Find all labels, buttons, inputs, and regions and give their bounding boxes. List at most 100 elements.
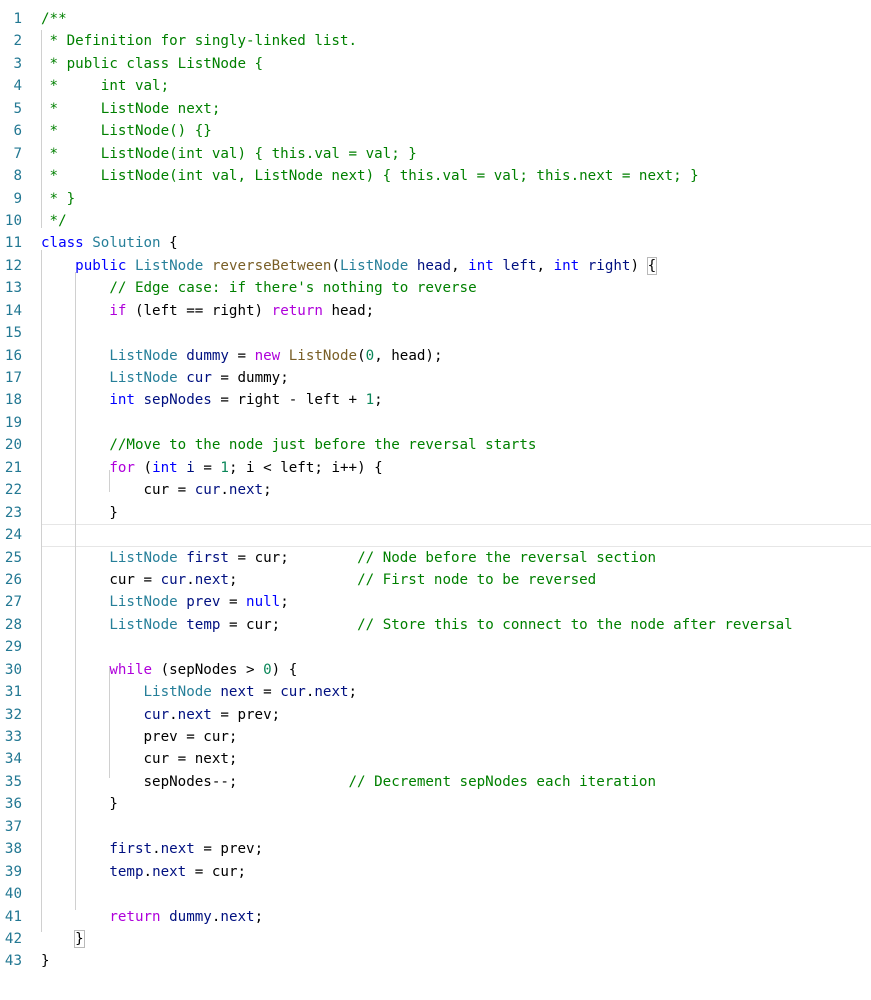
code-text: * ListNode(int val, ListNode next) { thi…: [41, 165, 699, 187]
code-line[interactable]: 1 /**: [0, 8, 871, 30]
code-token: .: [152, 841, 161, 858]
code-line[interactable]: 13 // Edge case: if there's nothing to r…: [0, 277, 871, 299]
code-line[interactable]: 30 while (sepNodes > 0) {: [0, 659, 871, 681]
code-line[interactable]: 14 if (left == right) return head;: [0, 300, 871, 322]
code-token: * int val;: [41, 78, 170, 95]
code-token: 1: [220, 459, 229, 476]
code-line[interactable]: 23 }: [0, 502, 871, 524]
line-number: 18: [4, 392, 22, 409]
code-token: null: [246, 594, 281, 611]
code-line[interactable]: 5 * ListNode next;: [0, 98, 871, 120]
code-token: ; i < left; i++) {: [228, 459, 383, 476]
code-token: ListNode: [109, 370, 178, 386]
code-line[interactable]: 11 class Solution {: [0, 232, 871, 254]
indent-guide: [109, 668, 111, 778]
code-line[interactable]: 29: [0, 636, 871, 658]
code-line[interactable]: 27 ListNode prev = null;: [0, 591, 871, 613]
code-text: // Edge case: if there's nothing to reve…: [41, 277, 476, 299]
code-line[interactable]: 8 * ListNode(int val, ListNode next) { t…: [0, 165, 871, 187]
code-line[interactable]: 37: [0, 816, 871, 838]
code-token: * Definition for singly-linked list.: [41, 33, 358, 50]
code-line[interactable]: 15: [0, 322, 871, 344]
line-number: 33: [4, 729, 22, 745]
code-line[interactable]: 2 * Definition for singly-linked list.: [0, 30, 871, 52]
code-token: public: [75, 257, 127, 274]
code-line[interactable]: 42 }: [0, 928, 871, 950]
code-line[interactable]: 24: [0, 524, 871, 547]
code-token: right: [587, 257, 631, 274]
code-line[interactable]: 28 ListNode temp = cur; // Store this to…: [0, 614, 871, 636]
code-token: cur: [280, 684, 306, 701]
line-number: 20: [4, 437, 22, 454]
code-line[interactable]: 38 first.next = prev;: [0, 838, 871, 860]
code-token: next: [194, 571, 229, 588]
code-line[interactable]: 35 sepNodes--; // Decrement sepNodes eac…: [0, 771, 871, 793]
code-line[interactable]: 18 int sepNodes = right - left + 1;: [0, 389, 871, 411]
code-line[interactable]: 43}: [0, 950, 871, 972]
line-number: 26: [4, 571, 22, 588]
code-token: // First node to be reversed: [357, 571, 597, 588]
code-text: for (int i = 1; i < left; i++) {: [41, 457, 383, 479]
code-token: * public class ListNode {: [41, 55, 264, 72]
code-token: head: [416, 257, 452, 274]
code-line[interactable]: 7 * ListNode(int val) { this.val = val; …: [0, 143, 871, 165]
code-line[interactable]: 40: [0, 883, 871, 905]
code-token: // Store this to connect to the node aft…: [357, 616, 793, 633]
code-token: left: [502, 257, 537, 274]
code-token: //Move to the node just before the rever…: [109, 437, 537, 454]
code-line[interactable]: 4 * int val;: [0, 75, 871, 97]
code-line[interactable]: 25 ListNode first = cur; // Node before …: [0, 547, 871, 569]
code-token: ListNode: [340, 257, 409, 274]
line-number: 21: [4, 459, 22, 476]
line-number: 41: [4, 908, 22, 925]
code-token: ;: [348, 684, 358, 701]
code-editor[interactable]: 1 /** 2 * Definition for singly-linked lis…: [0, 8, 871, 973]
code-line[interactable]: 34 cur = next;: [0, 748, 871, 770]
code-token: next: [220, 684, 255, 701]
code-line[interactable]: 19: [0, 412, 871, 434]
code-line[interactable]: 22 cur = cur.next;: [0, 479, 871, 501]
code-text: cur = cur.next; // First node to be reve…: [41, 569, 596, 591]
code-line[interactable]: 36 }: [0, 793, 871, 815]
code-token: ListNode: [134, 257, 204, 274]
code-line[interactable]: 17 ListNode cur = dummy;: [0, 367, 871, 389]
code-token: ListNode: [109, 347, 178, 364]
code-line[interactable]: 9 * }: [0, 188, 871, 210]
code-line[interactable]: 3 * public class ListNode {: [0, 53, 871, 75]
line-number: 10: [4, 212, 22, 229]
code-text: prev = cur;: [41, 726, 238, 748]
code-token: ListNode: [109, 549, 178, 566]
code-token: if: [109, 302, 127, 319]
code-line[interactable]: 21 for (int i = 1; i < left; i++) {: [0, 457, 871, 479]
code-token: cur =: [109, 571, 161, 588]
code-line[interactable]: 31 ListNode next = cur.next;: [0, 681, 871, 703]
code-token: * ListNode(int val) { this.val = val; }: [41, 145, 417, 162]
code-token: next: [160, 841, 195, 858]
code-line[interactable]: 41 return dummy.next;: [0, 906, 871, 928]
code-token: sepNodes: [143, 392, 212, 409]
code-line[interactable]: 39 temp.next = cur;: [0, 861, 871, 883]
code-token: int: [109, 392, 135, 409]
code-token: .: [169, 706, 178, 723]
code-line[interactable]: 33 prev = cur;: [0, 726, 871, 748]
code-line[interactable]: 6 * ListNode() {}: [0, 120, 871, 142]
code-text: * ListNode(int val) { this.val = val; }: [41, 143, 417, 165]
code-line[interactable]: 20 //Move to the node just before the re…: [0, 434, 871, 456]
code-token: // Node before the reversal section: [357, 549, 657, 566]
line-number: 2: [13, 33, 22, 50]
code-line[interactable]: 32 cur.next = prev;: [0, 704, 871, 726]
code-line[interactable]: 26 cur = cur.next; // First node to be r…: [0, 569, 871, 591]
code-line[interactable]: 12 public ListNode reverseBetween(ListNo…: [0, 255, 871, 277]
code-line[interactable]: 16 ListNode dummy = new ListNode(0, head…: [0, 345, 871, 367]
code-token: (: [331, 257, 340, 274]
code-text: * int val;: [41, 75, 170, 97]
code-token: cur =: [143, 482, 195, 499]
line-number: 34: [4, 751, 22, 768]
code-line[interactable]: 10 */: [0, 210, 871, 232]
